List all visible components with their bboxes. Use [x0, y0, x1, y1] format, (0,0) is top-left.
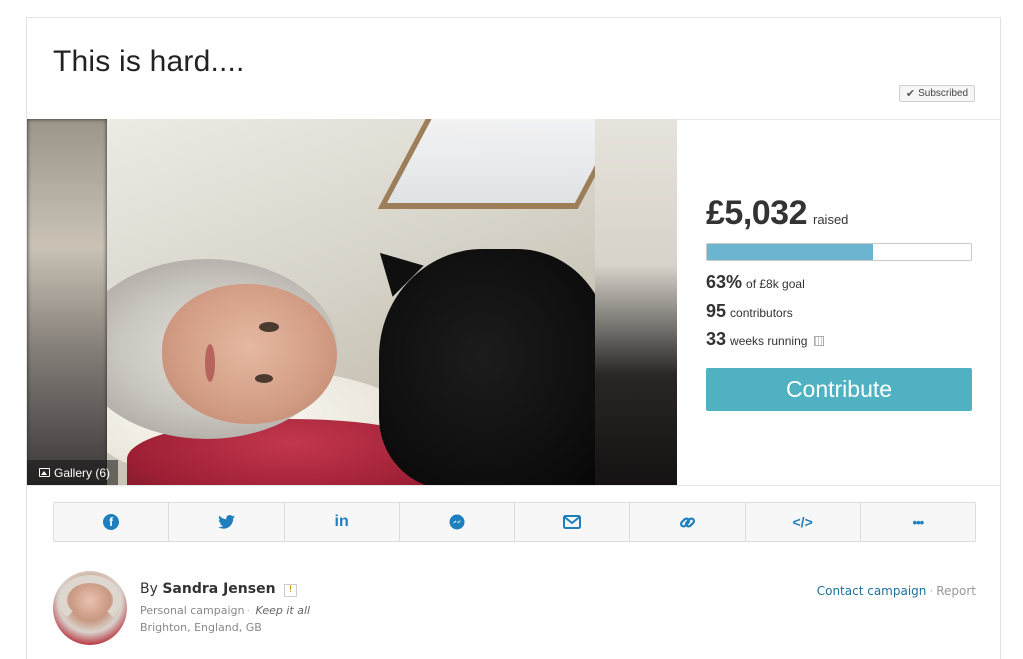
share-email-button[interactable]	[515, 503, 631, 541]
raised-label: raised	[813, 212, 849, 227]
share-linkedin-button[interactable]: in	[285, 503, 400, 541]
twitter-icon	[217, 515, 235, 529]
image-blur-right	[595, 119, 677, 485]
funding-stats: £5,032 raised 63% of £8k goal 95 contrib…	[677, 119, 1000, 485]
checkmark-icon: ✔	[905, 88, 916, 100]
page-title: This is hard....	[53, 45, 245, 78]
weeks-label: weeks running	[730, 334, 808, 348]
subscribed-button[interactable]: ✔ Subscribed	[899, 85, 975, 102]
copy-link-button[interactable]	[630, 503, 746, 541]
messenger-icon	[449, 514, 465, 530]
campaign-card: This is hard.... ✔ Subscribed Gallery (6…	[26, 17, 1001, 659]
divider	[27, 485, 1000, 486]
contributors-count: 95	[706, 301, 727, 321]
contributors-label: contributors	[730, 306, 793, 320]
embed-button[interactable]: </>	[746, 503, 861, 541]
share-twitter-button[interactable]	[169, 503, 285, 541]
weeks-count: 33	[706, 329, 727, 349]
organizer-links: Contact campaign · Report	[816, 584, 976, 598]
progress-fill	[707, 244, 874, 260]
share-bar: f in </> •••	[53, 502, 976, 542]
campaign-meta: Personal campaign · Keep it all	[140, 604, 311, 617]
raised-amount: £5,032 raised	[706, 194, 848, 233]
campaign-image[interactable]: Gallery (6)	[27, 119, 677, 485]
image-blur-left	[27, 119, 107, 485]
email-icon	[563, 515, 582, 529]
weeks-stat: 33 weeks running	[706, 329, 825, 350]
percent-value: 63%	[706, 272, 743, 292]
campaign-photo	[107, 119, 595, 485]
flag-icon[interactable]: !	[284, 584, 298, 597]
goal-label: of £8k goal	[746, 277, 805, 291]
goal-stat: 63% of £8k goal	[706, 272, 805, 293]
organizer-byline: By Sandra Jensen !	[140, 581, 298, 597]
organizer-location: Brighton, England, GB	[140, 621, 262, 634]
share-messenger-button[interactable]	[400, 503, 515, 541]
gallery-label: Gallery (6)	[54, 465, 111, 480]
share-facebook-button[interactable]: f	[54, 503, 170, 541]
contributors-stat: 95 contributors	[706, 301, 793, 322]
funding-model[interactable]: Keep it all	[256, 604, 311, 617]
progress-bar	[706, 243, 972, 261]
campaign-type: Personal campaign	[140, 604, 245, 617]
embed-icon: </>	[792, 514, 813, 530]
organizer-avatar[interactable]	[53, 571, 127, 645]
contact-campaign-link[interactable]: Contact campaign	[817, 584, 927, 598]
contribute-button[interactable]: Contribute	[706, 368, 972, 411]
report-link[interactable]: Report	[936, 584, 976, 598]
by-label: By	[140, 581, 158, 597]
organizer-name[interactable]: Sandra Jensen	[162, 581, 275, 597]
image-icon	[39, 468, 50, 477]
linkedin-icon: in	[334, 513, 349, 530]
gallery-button[interactable]: Gallery (6)	[27, 460, 119, 485]
facebook-icon: f	[103, 514, 120, 530]
subscribed-label: Subscribed	[918, 88, 969, 99]
link-icon	[679, 516, 695, 528]
calendar-icon	[814, 336, 825, 346]
more-share-button[interactable]: •••	[861, 503, 975, 541]
more-icon: •••	[912, 514, 925, 530]
amount-value: £5,032	[706, 194, 808, 232]
